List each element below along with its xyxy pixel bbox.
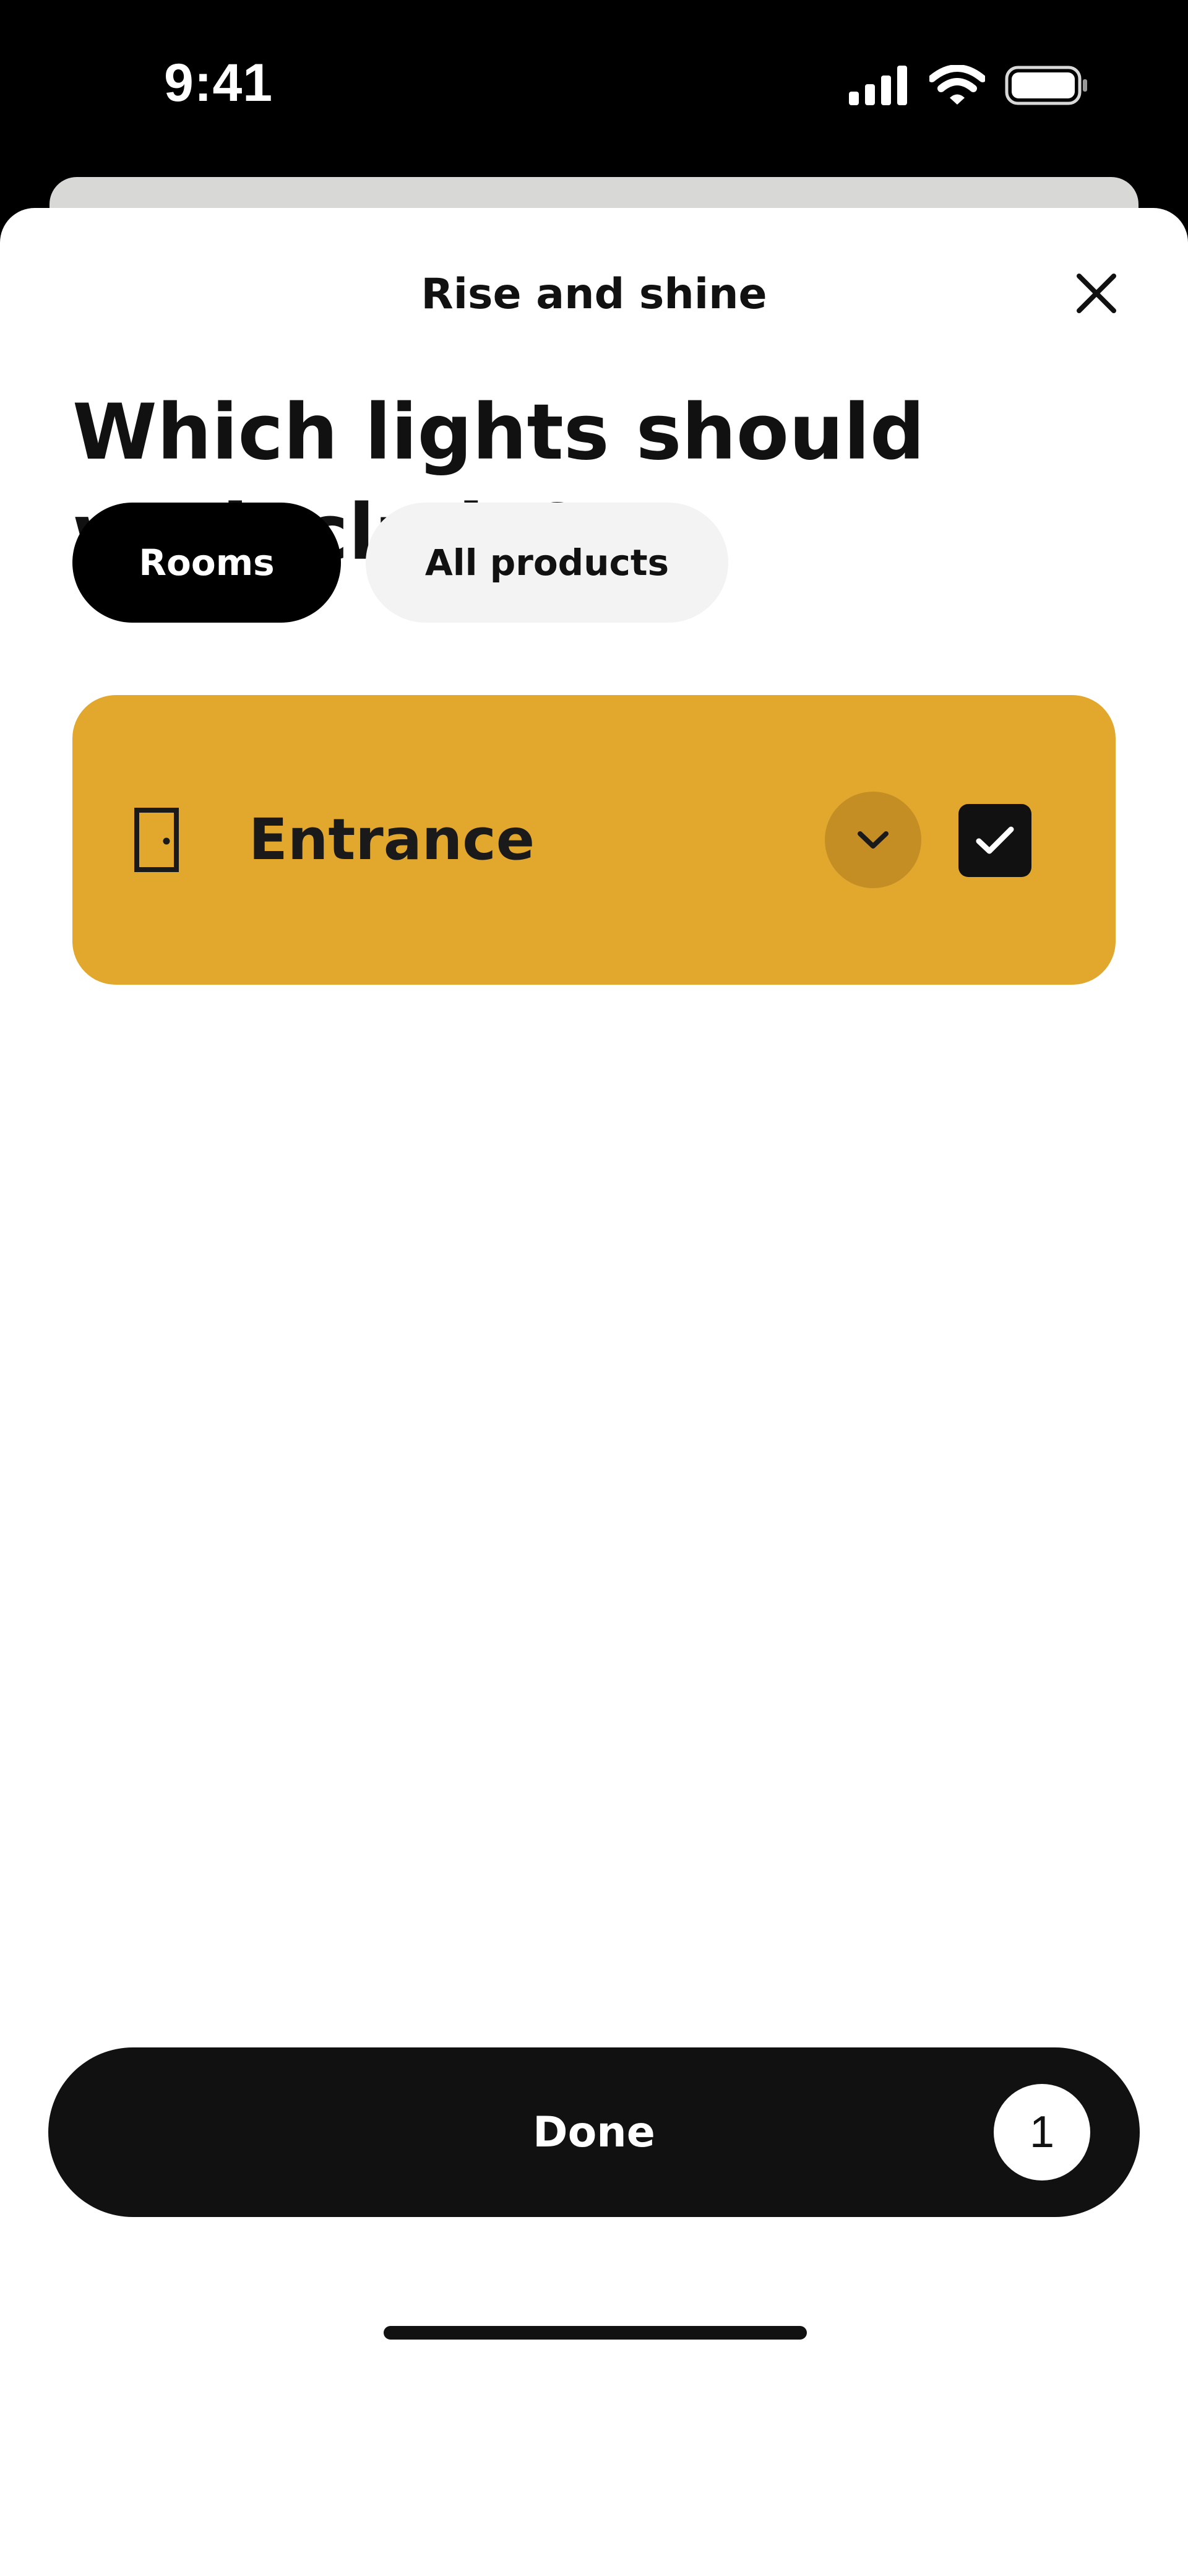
checkmark-icon — [976, 826, 1014, 854]
chevron-down-icon — [858, 831, 889, 849]
sheet-title: Rise and shine — [421, 270, 767, 319]
room-card-entrance[interactable]: Entrance — [72, 695, 1116, 985]
tab-rooms[interactable]: Rooms — [72, 503, 341, 623]
done-button[interactable]: Done 1 — [48, 2047, 1140, 2217]
done-label: Done — [533, 2107, 655, 2157]
room-checkbox[interactable] — [958, 804, 1031, 877]
selected-count-badge: 1 — [994, 2084, 1090, 2181]
status-time: 9:41 — [164, 53, 273, 113]
close-button[interactable] — [1070, 267, 1122, 319]
status-bar: 9:41 — [0, 0, 1188, 179]
expand-button[interactable] — [825, 792, 921, 888]
door-icon — [134, 808, 179, 872]
tab-all-products[interactable]: All products — [366, 503, 728, 623]
page-title-line-1: Which lights should — [72, 388, 925, 477]
home-indicator[interactable] — [384, 2326, 807, 2340]
wifi-icon — [929, 65, 985, 105]
room-label: Entrance — [249, 806, 535, 873]
battery-icon — [1005, 66, 1087, 105]
filter-tabs: Rooms All products — [72, 503, 728, 623]
close-icon — [1077, 274, 1116, 313]
status-icons — [848, 65, 1089, 106]
cellular-signal-icon — [849, 66, 907, 105]
